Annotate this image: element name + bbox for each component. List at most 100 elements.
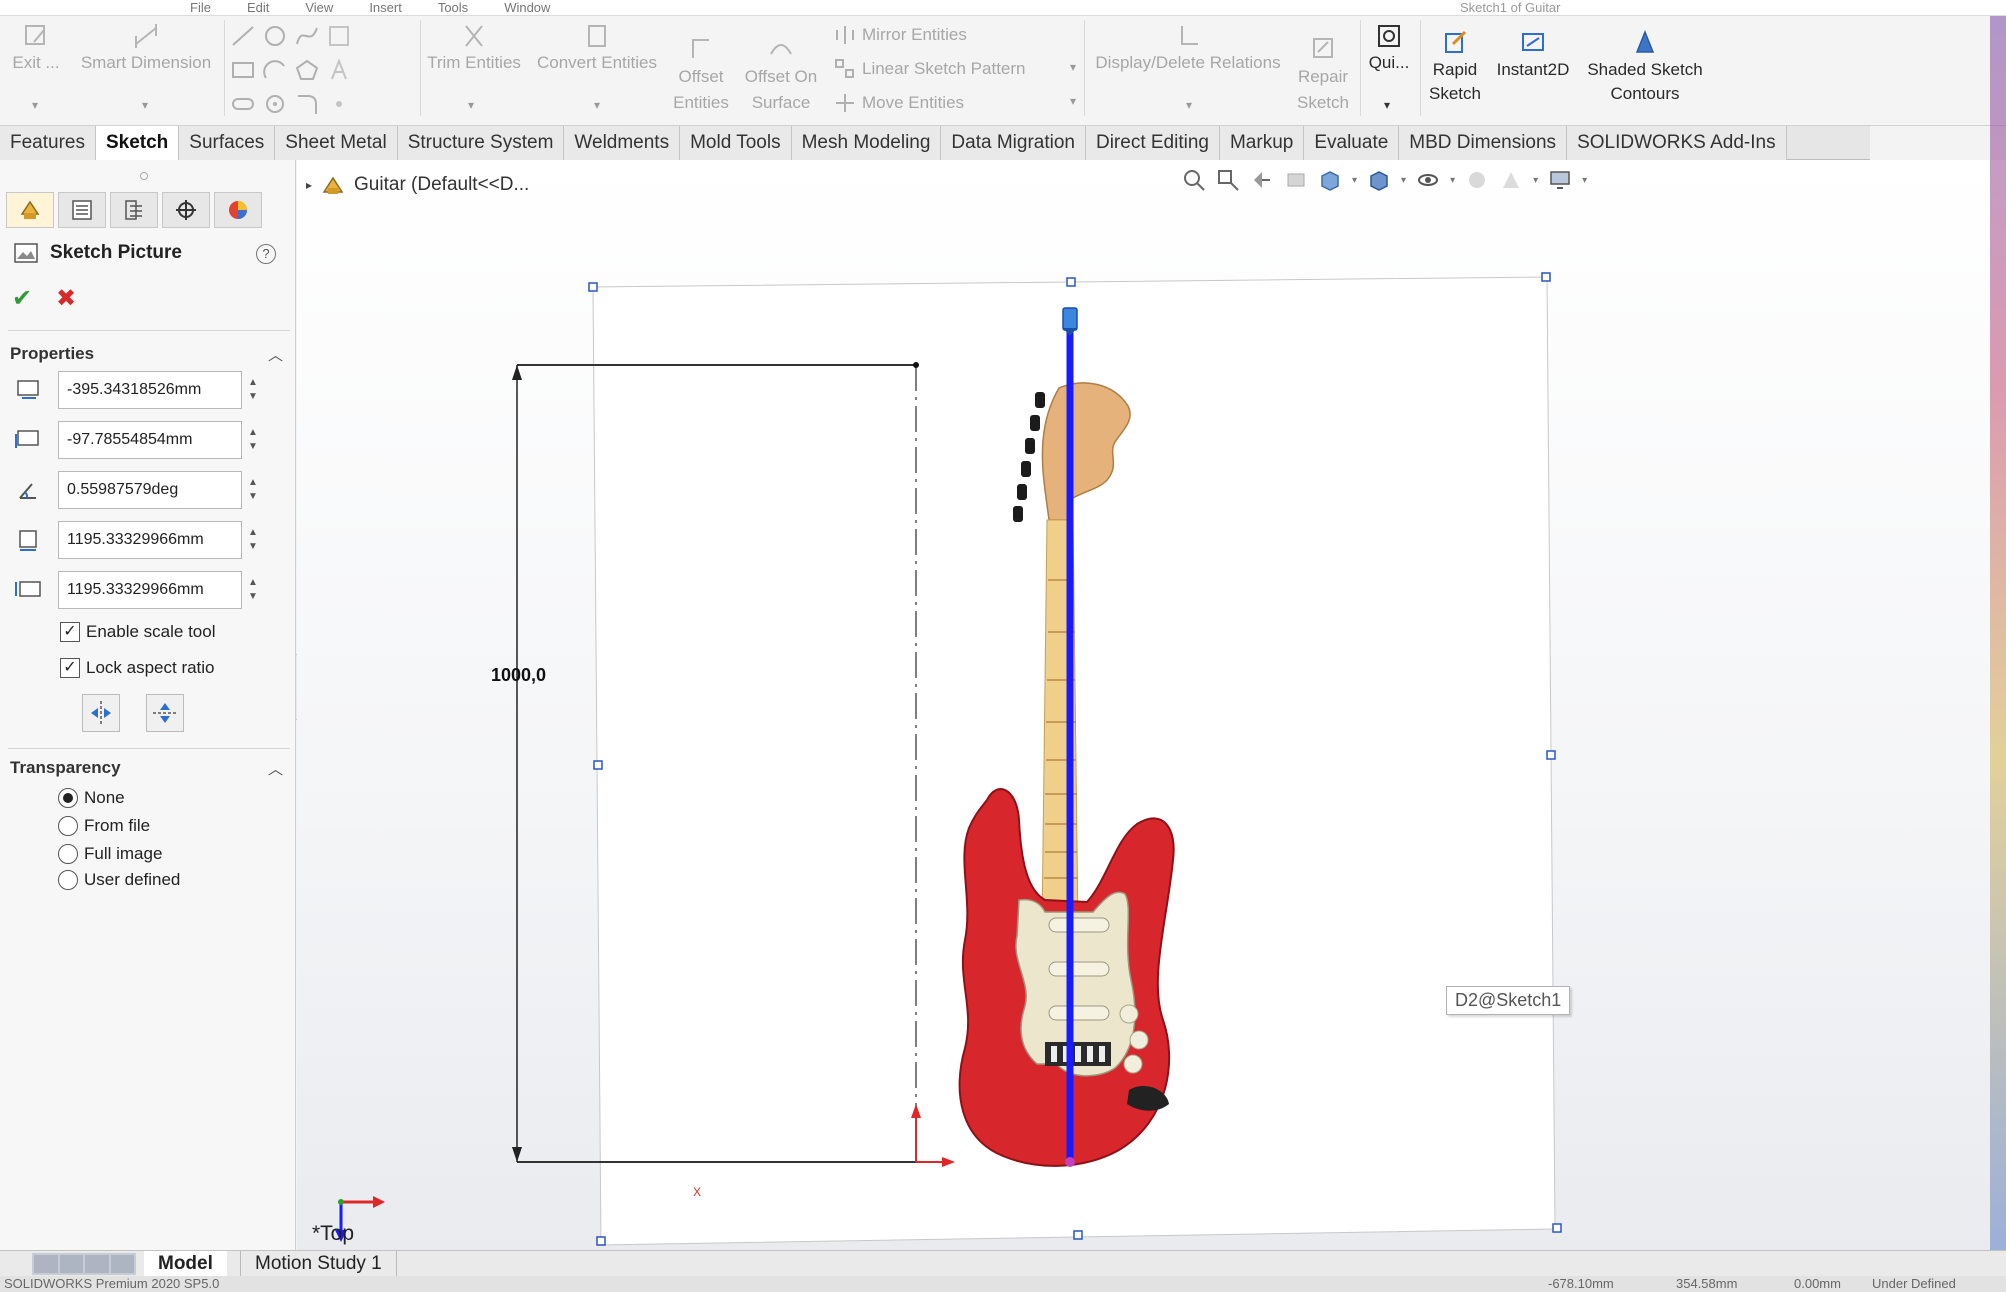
angle-spinner[interactable]: ▲ ▼ xyxy=(248,476,262,504)
tab-model[interactable]: Model xyxy=(144,1251,227,1277)
ok-button[interactable]: ✔ xyxy=(12,284,32,313)
tab-display-manager[interactable] xyxy=(214,192,262,228)
x-position-spinner[interactable]: ▲ ▼ xyxy=(248,376,262,404)
offset-surface-button[interactable]: Offset On Surface xyxy=(738,34,824,116)
convert-entities-button[interactable]: Convert Entities xyxy=(532,22,662,74)
tab-data-migration[interactable]: Data Migration xyxy=(941,126,1086,160)
collapse-transparency-icon[interactable]: ︿ xyxy=(268,758,283,779)
section-view-icon[interactable] xyxy=(1284,168,1308,192)
transparency-none-radio[interactable]: None xyxy=(58,788,125,808)
hide-show-items-icon[interactable] xyxy=(1416,168,1440,192)
tab-markup[interactable]: Markup xyxy=(1219,126,1305,160)
exit-dropdown-icon[interactable]: ▾ xyxy=(32,98,38,112)
transparency-section-header[interactable]: Transparency xyxy=(10,758,121,778)
collapse-properties-icon[interactable]: ︿ xyxy=(268,344,283,365)
tab-mesh-modeling[interactable]: Mesh Modeling xyxy=(791,126,942,160)
dropdown-icon[interactable]: ▾ xyxy=(1450,175,1455,186)
smart-dimension-dropdown-icon[interactable]: ▾ xyxy=(142,98,148,112)
tab-sketch[interactable]: Sketch xyxy=(95,126,180,160)
menu-tools[interactable]: Tools xyxy=(438,0,468,15)
width-field[interactable] xyxy=(58,521,242,559)
tab-scroll-arrows[interactable] xyxy=(32,1253,136,1275)
tab-surfaces[interactable]: Surfaces xyxy=(179,126,276,160)
dimension-value[interactable]: 1000,0 xyxy=(491,665,546,686)
tab-property-manager[interactable] xyxy=(58,192,106,228)
dropdown-icon[interactable]: ▾ xyxy=(1582,175,1587,186)
height-field[interactable] xyxy=(58,571,242,609)
panel-grip[interactable] xyxy=(140,172,148,180)
picture-resize-handle[interactable] xyxy=(1552,1223,1562,1233)
tab-motion-study[interactable]: Motion Study 1 xyxy=(240,1251,397,1277)
tab-direct-editing[interactable]: Direct Editing xyxy=(1085,126,1220,160)
line-tools[interactable] xyxy=(230,24,352,48)
enable-scale-tool-checkbox[interactable]: ✓ Enable scale tool xyxy=(60,622,215,642)
dropdown-icon[interactable]: ▾ xyxy=(1401,175,1406,186)
apply-scene-icon[interactable] xyxy=(1499,168,1523,192)
view-settings-icon[interactable] xyxy=(1548,168,1572,192)
instant2d-button[interactable]: Instant2D xyxy=(1490,28,1576,82)
edit-appearance-icon[interactable] xyxy=(1465,168,1489,192)
tab-weldments[interactable]: Weldments xyxy=(564,126,681,160)
menu-file[interactable]: File xyxy=(190,0,211,15)
smart-dimension-button[interactable]: Smart Dimension xyxy=(74,22,218,74)
properties-section-header[interactable]: Properties xyxy=(10,344,94,364)
feature-tree-flyout[interactable]: ▸ Guitar (Default<<D... xyxy=(306,174,529,196)
zoom-to-fit-icon[interactable] xyxy=(1182,168,1206,192)
relations-dropdown-icon[interactable]: ▾ xyxy=(1186,98,1192,112)
cancel-button[interactable]: ✖ xyxy=(56,284,76,313)
display-relations-button[interactable]: Display/Delete Relations xyxy=(1090,22,1286,74)
dropdown-icon[interactable]: ▾ xyxy=(1352,175,1357,186)
height-spinner[interactable]: ▲ ▼ xyxy=(248,576,262,604)
y-position-spinner[interactable]: ▲ ▼ xyxy=(248,426,262,454)
picture-resize-handle[interactable] xyxy=(588,282,598,292)
menu-insert[interactable]: Insert xyxy=(369,0,402,15)
exit-sketch-button[interactable]: Exit ... xyxy=(10,22,62,74)
tab-feature-manager[interactable] xyxy=(6,192,54,228)
quick-snaps-button[interactable]: Qui... xyxy=(1364,22,1414,74)
x-position-field[interactable] xyxy=(58,371,242,409)
transparency-from-file-radio[interactable]: From file xyxy=(58,816,150,836)
expand-arrow-icon[interactable]: ▸ xyxy=(306,178,312,192)
help-icon[interactable]: ? xyxy=(256,244,276,264)
menu-edit[interactable]: Edit xyxy=(247,0,269,15)
picture-resize-handle[interactable] xyxy=(593,760,603,770)
angle-field[interactable] xyxy=(58,471,242,509)
shaded-sketch-contours-button[interactable]: Shaded Sketch Contours xyxy=(1582,28,1708,106)
tab-mbd-dimensions[interactable]: MBD Dimensions xyxy=(1399,126,1568,160)
y-position-field[interactable] xyxy=(58,421,242,459)
tab-dimxpert-manager[interactable] xyxy=(162,192,210,228)
move-entities-button[interactable]: Move Entities xyxy=(834,92,964,114)
lock-aspect-ratio-checkbox[interactable]: ✓ Lock aspect ratio xyxy=(60,658,215,678)
sketch-endpoint[interactable] xyxy=(1065,1157,1075,1167)
repair-sketch-button[interactable]: Repair Sketch xyxy=(1292,34,1354,116)
view-orientation-icon[interactable] xyxy=(1318,168,1342,192)
pattern-dropdown-icon[interactable]: ▾ xyxy=(1070,60,1076,74)
flip-vertical-button[interactable] xyxy=(146,694,184,732)
transparency-user-defined-radio[interactable]: User defined xyxy=(58,870,180,890)
trim-dropdown-icon[interactable]: ▾ xyxy=(468,98,474,112)
display-style-icon[interactable] xyxy=(1367,168,1391,192)
tab-evaluate[interactable]: Evaluate xyxy=(1304,126,1400,160)
convert-dropdown-icon[interactable]: ▾ xyxy=(594,98,600,112)
menu-window[interactable]: Window xyxy=(504,0,550,15)
transparency-full-image-radio[interactable]: Full image xyxy=(58,844,162,864)
tab-mold-tools[interactable]: Mold Tools xyxy=(680,126,792,160)
selection-endpoint-icon[interactable] xyxy=(1062,307,1078,331)
tab-features[interactable]: Features xyxy=(0,126,96,160)
dropdown-icon[interactable]: ▾ xyxy=(1533,175,1538,186)
move-dropdown-icon[interactable]: ▾ xyxy=(1070,94,1076,108)
flip-horizontal-button[interactable] xyxy=(82,694,120,732)
tab-structure-system[interactable]: Structure System xyxy=(397,126,565,160)
rapid-sketch-button[interactable]: Rapid Sketch xyxy=(1424,28,1486,106)
rectangle-tools[interactable] xyxy=(230,58,352,82)
tab-solidworks-add-ins[interactable]: SOLIDWORKS Add-Ins xyxy=(1567,126,1787,160)
graphics-area[interactable]: X Y xyxy=(297,160,2006,1262)
offset-entities-button[interactable]: Offset Entities xyxy=(668,34,734,116)
mirror-entities-button[interactable]: Mirror Entities xyxy=(834,24,967,46)
zoom-to-area-icon[interactable] xyxy=(1216,168,1240,192)
picture-resize-handle[interactable] xyxy=(596,1236,606,1246)
tab-configuration-manager[interactable] xyxy=(110,192,158,228)
picture-resize-handle[interactable] xyxy=(1546,750,1556,760)
slot-tools[interactable] xyxy=(230,92,352,116)
picture-resize-handle[interactable] xyxy=(1066,277,1076,287)
